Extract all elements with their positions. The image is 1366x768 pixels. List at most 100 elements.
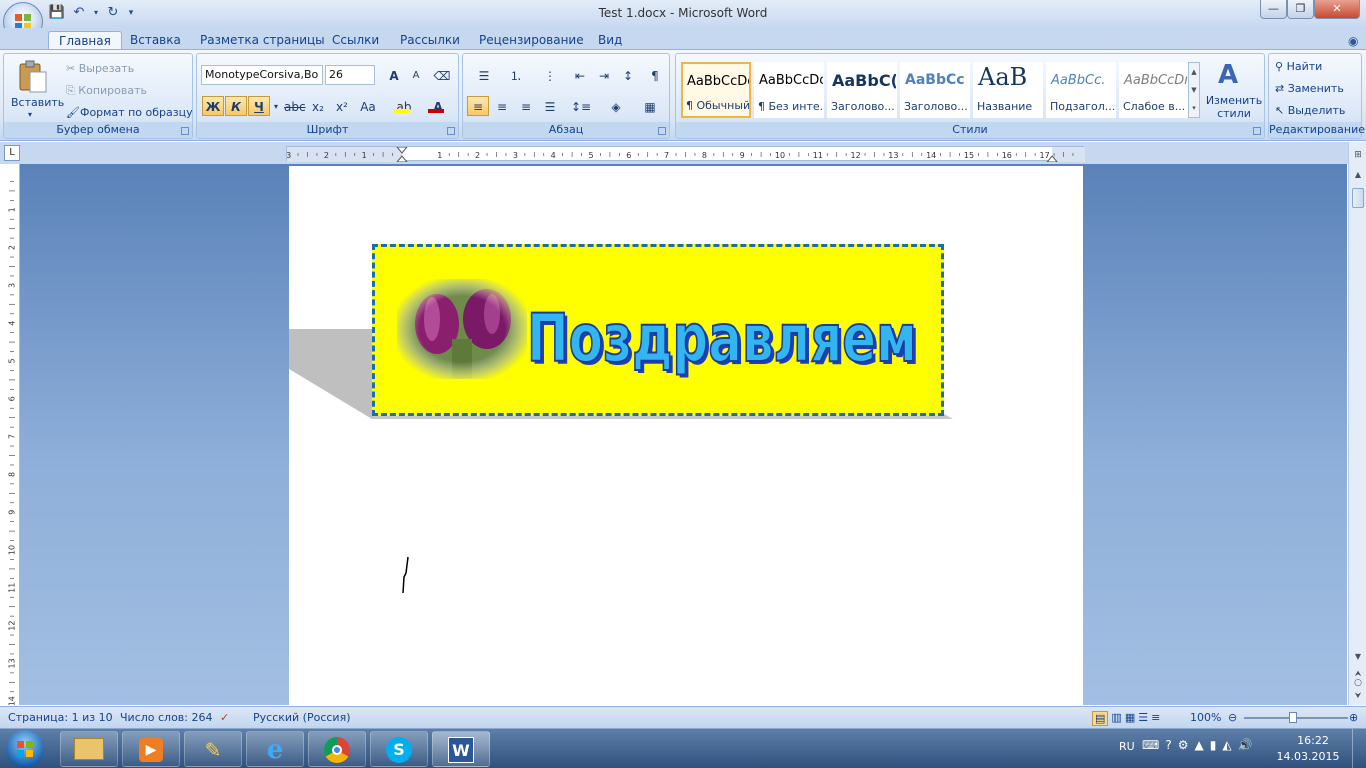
highlight-icon[interactable]: ab bbox=[389, 96, 419, 116]
proofing-icon[interactable]: ✓ bbox=[220, 711, 229, 724]
shrink-font-button[interactable]: A bbox=[405, 65, 427, 85]
chrome-taskbar-button[interactable] bbox=[308, 731, 366, 767]
paste-dropdown-icon[interactable]: ▾ bbox=[28, 110, 32, 119]
next-page-icon[interactable]: ⮟ bbox=[1351, 691, 1365, 701]
tab-insert[interactable]: Вставка bbox=[120, 31, 191, 50]
paint-taskbar-button[interactable]: ✎ bbox=[184, 731, 242, 767]
select-button[interactable]: ↖ Выделить bbox=[1275, 104, 1345, 117]
drive-icon[interactable]: ◭ bbox=[1222, 738, 1231, 752]
justify-icon[interactable]: ☰ bbox=[539, 96, 561, 116]
change-case-button[interactable]: Aa bbox=[355, 96, 381, 116]
style-subtitle[interactable]: AaBbCc. Подзагол... bbox=[1046, 62, 1116, 118]
redo-icon[interactable]: ↻ bbox=[104, 4, 122, 22]
scroll-up-icon[interactable]: ▲ bbox=[1351, 170, 1365, 184]
keyboard-icon[interactable]: ⌨ bbox=[1142, 738, 1159, 752]
tab-page-layout[interactable]: Разметка страницы bbox=[190, 31, 335, 50]
shading-icon[interactable]: ◈ bbox=[601, 96, 631, 116]
scroll-down-icon[interactable]: ▼ bbox=[1351, 652, 1365, 661]
print-layout-icon[interactable]: ▤ bbox=[1092, 711, 1109, 726]
styles-dialog-launcher[interactable] bbox=[1253, 127, 1261, 135]
language-bar[interactable]: RU bbox=[1119, 740, 1135, 753]
save-icon[interactable]: 💾 bbox=[48, 4, 66, 22]
copy-button[interactable]: ⎘ Копировать bbox=[66, 84, 147, 98]
zoom-in-icon[interactable]: ⊕ bbox=[1349, 711, 1358, 724]
view-ruler-icon[interactable]: ⊞ bbox=[1351, 150, 1365, 164]
underline-dropdown-icon[interactable]: ▾ bbox=[271, 96, 281, 116]
settings-tray-icon[interactable]: ⚙ bbox=[1178, 738, 1189, 752]
grow-font-button[interactable]: A bbox=[383, 65, 405, 85]
style-title[interactable]: AaB Название bbox=[973, 62, 1043, 118]
outline-icon[interactable]: ☰ bbox=[1138, 711, 1148, 726]
undo-icon[interactable]: ↶ bbox=[70, 4, 88, 22]
numbering-icon[interactable]: ⒈ bbox=[501, 65, 531, 85]
volume-icon[interactable]: 🔊 bbox=[1238, 738, 1253, 752]
vertical-scrollbar[interactable]: ⊞ ▲ ▼ ⮝ ○ ⮟ bbox=[1348, 142, 1366, 705]
bold-button[interactable]: Ж bbox=[202, 96, 224, 116]
italic-button[interactable]: К bbox=[225, 96, 247, 116]
horizontal-ruler[interactable]: 3 2 1 1 2 3 4 5 6 7 8 9 10 11 12 13 14 15 16 17 bbox=[286, 146, 1085, 163]
font-name-combo[interactable]: MonotypeCorsiva,Bo bbox=[201, 65, 323, 85]
paste-button[interactable]: Вставить bbox=[11, 96, 64, 109]
network-icon[interactable]: ▮ bbox=[1210, 738, 1217, 752]
bullets-icon[interactable]: ☰ bbox=[469, 65, 499, 85]
minimize-button[interactable]: — bbox=[1260, 0, 1287, 19]
align-right-icon[interactable]: ≡ bbox=[515, 96, 537, 116]
line-spacing-icon[interactable]: ↕≡ bbox=[567, 96, 595, 116]
clock-time[interactable]: 16:22 bbox=[1280, 734, 1346, 747]
font-color-icon[interactable]: A bbox=[423, 96, 453, 116]
decrease-indent-icon[interactable]: ⇤ bbox=[569, 65, 591, 85]
scroll-thumb[interactable] bbox=[1352, 188, 1364, 208]
tab-home[interactable]: Главная bbox=[48, 31, 122, 50]
sort-icon[interactable]: ↕ bbox=[617, 65, 639, 85]
find-button[interactable]: ⚲ Найти bbox=[1275, 60, 1322, 73]
paste-icon[interactable] bbox=[14, 58, 50, 94]
zoom-out-icon[interactable]: ⊖ bbox=[1228, 711, 1237, 724]
web-layout-icon[interactable]: ▦ bbox=[1125, 711, 1135, 726]
ie-taskbar-button[interactable]: e bbox=[246, 731, 304, 767]
word-taskbar-button[interactable]: W bbox=[432, 731, 490, 767]
word-count[interactable]: Число слов: 264 bbox=[120, 711, 213, 724]
vertical-ruler[interactable]: 1 2 3 4 5 6 7 8 9 10 11 12 13 14 bbox=[4, 164, 20, 706]
explorer-taskbar-button[interactable] bbox=[60, 731, 118, 767]
show-desktop-button[interactable] bbox=[1352, 729, 1366, 768]
draft-icon[interactable]: ≡ bbox=[1151, 711, 1160, 726]
tab-selector-icon[interactable]: L bbox=[4, 145, 20, 161]
browse-object-icon[interactable]: ○ bbox=[1351, 678, 1365, 688]
strikethrough-button[interactable]: abc bbox=[283, 96, 306, 116]
tab-review[interactable]: Рецензирование bbox=[469, 31, 594, 50]
tab-view[interactable]: Вид bbox=[588, 31, 632, 50]
font-size-combo[interactable]: 26 bbox=[325, 65, 375, 85]
borders-icon[interactable]: ▦ bbox=[635, 96, 665, 116]
underline-button[interactable]: Ч bbox=[248, 96, 270, 116]
font-dialog-launcher[interactable] bbox=[447, 127, 455, 135]
full-screen-reading-icon[interactable]: ▥ bbox=[1111, 711, 1121, 726]
subscript-button[interactable]: x₂ bbox=[307, 96, 329, 116]
show-hidden-icons-icon[interactable]: ▲ bbox=[1194, 738, 1203, 752]
multilevel-list-icon[interactable]: ⋮ bbox=[535, 65, 565, 85]
align-center-icon[interactable]: ≡ bbox=[491, 96, 513, 116]
skype-taskbar-button[interactable]: S bbox=[370, 731, 428, 767]
close-button[interactable]: ✕ bbox=[1314, 0, 1360, 19]
format-painter-button[interactable]: 🖌Формат по образцу bbox=[66, 106, 193, 119]
style-no-spacing[interactable]: AaBbCcDc ¶ Без инте... bbox=[754, 62, 824, 118]
help-tray-icon[interactable]: ? bbox=[1165, 738, 1171, 752]
clipboard-dialog-launcher[interactable] bbox=[181, 127, 189, 135]
style-subtle-emphasis[interactable]: AaBbCcDı Слабое в... bbox=[1119, 62, 1189, 118]
language-indicator[interactable]: Русский (Россия) bbox=[253, 711, 351, 724]
zoom-level[interactable]: 100% bbox=[1190, 711, 1221, 724]
increase-indent-icon[interactable]: ⇥ bbox=[593, 65, 615, 85]
clear-format-icon[interactable]: ⌫ bbox=[431, 65, 453, 85]
undo-dropdown-icon[interactable]: ▾ bbox=[92, 4, 100, 22]
show-marks-icon[interactable]: ¶ bbox=[644, 65, 666, 85]
align-left-icon[interactable]: ≡ bbox=[467, 96, 489, 116]
change-styles-icon[interactable]: A bbox=[1218, 60, 1238, 90]
wordart-banner[interactable]: Поздравляем Поздравляем bbox=[372, 244, 944, 416]
change-styles-button[interactable]: Изменить стили bbox=[1204, 94, 1264, 120]
paragraph-dialog-launcher[interactable] bbox=[658, 127, 666, 135]
restore-button[interactable]: ❐ bbox=[1287, 0, 1314, 19]
replace-button[interactable]: ⇄ Заменить bbox=[1275, 82, 1344, 95]
tab-mailings[interactable]: Рассылки bbox=[390, 31, 470, 50]
media-player-taskbar-button[interactable]: ▶ bbox=[122, 731, 180, 767]
style-heading-2[interactable]: AaBbCc Заголово... bbox=[900, 62, 970, 118]
start-button[interactable] bbox=[6, 730, 44, 768]
